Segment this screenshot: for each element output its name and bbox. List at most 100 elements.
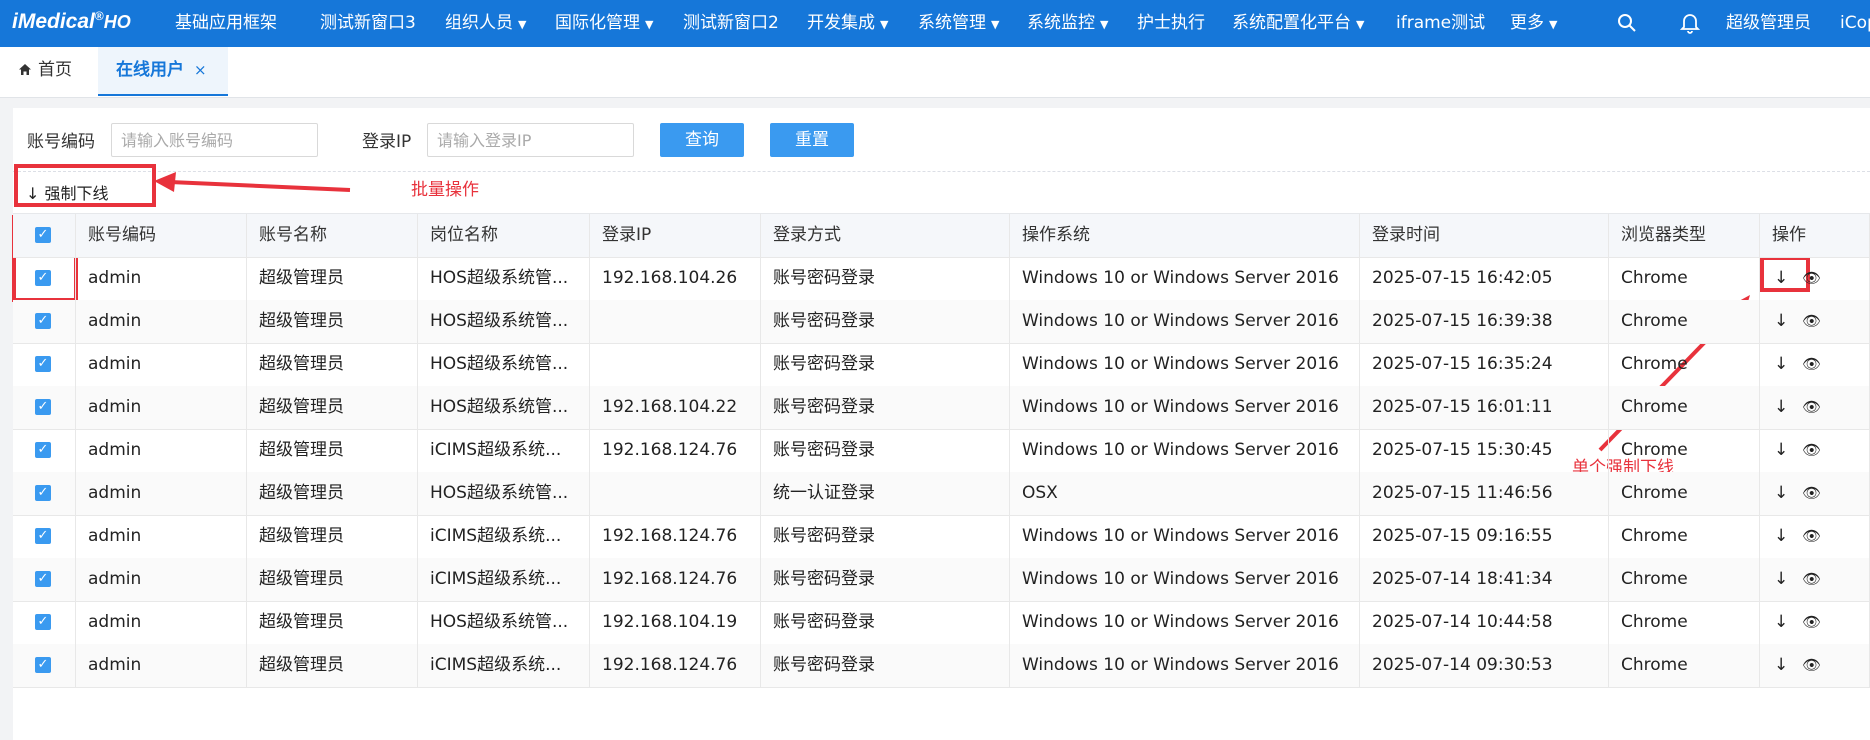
cell-code: admin <box>76 257 247 300</box>
eye-icon[interactable]: 👁 <box>1802 269 1821 287</box>
nav-item-label: 系统监控 <box>1027 13 1095 33</box>
column-header[interactable]: 账号编码 <box>76 214 247 257</box>
cell-method: 账号密码登录 <box>761 644 1010 687</box>
query-button[interactable]: 查询 <box>660 123 744 157</box>
row-checkbox[interactable]: ✓ <box>13 472 76 515</box>
force-offline-icon[interactable]: ↓ <box>1774 612 1788 632</box>
checkbox-checked-icon: ✓ <box>35 313 51 329</box>
search-icon[interactable] <box>1617 0 1637 47</box>
cell-time: 2025-07-15 16:01:11 <box>1360 386 1609 429</box>
eye-icon[interactable]: 👁 <box>1802 355 1821 373</box>
eye-icon[interactable]: 👁 <box>1802 398 1821 416</box>
logo-suffix: HO <box>103 12 131 32</box>
tab-home[interactable]: 首页 <box>18 47 72 96</box>
column-header[interactable]: 浏览器类型 <box>1609 214 1760 257</box>
row-checkbox[interactable]: ✓ <box>13 558 76 601</box>
table-row[interactable]: ✓ admin 超级管理员 HOS超级系统管... 192.168.104.19 账号密码… <box>13 601 1870 645</box>
nav-item-3[interactable]: 国际化管理 ▼ <box>555 0 653 47</box>
force-offline-icon[interactable]: ↓ <box>1774 569 1788 589</box>
cell-name: 超级管理员 <box>247 343 418 386</box>
table-row[interactable]: ✓ admin 超级管理员 iCIMS超级系统... 192.168.124.76 账号密… <box>13 644 1870 688</box>
select-all-checkbox[interactable]: ✓ <box>13 214 76 257</box>
row-checkbox[interactable]: ✓ <box>13 644 76 687</box>
force-offline-icon[interactable]: ↓ <box>1774 268 1788 288</box>
table-row[interactable]: ✓ admin 超级管理员 iCIMS超级系统... 192.168.124.76 账号密… <box>13 429 1870 473</box>
force-offline-icon[interactable]: ↓ <box>1774 440 1788 460</box>
force-offline-icon[interactable]: ↓ <box>1774 354 1788 374</box>
eye-icon[interactable]: 👁 <box>1802 613 1821 631</box>
account-code-input[interactable] <box>111 123 318 157</box>
nav-item-2[interactable]: 组织人员 ▼ <box>445 0 526 47</box>
eye-icon[interactable]: 👁 <box>1802 484 1821 502</box>
force-offline-icon[interactable]: ↓ <box>1774 397 1788 417</box>
column-header[interactable]: 岗位名称 <box>418 214 590 257</box>
table-row[interactable]: ✓ admin 超级管理员 iCIMS超级系统... 192.168.124.76 账号密… <box>13 558 1870 602</box>
nav-item-7[interactable]: 系统监控 ▼ <box>1027 0 1108 47</box>
nav-item-5[interactable]: 开发集成 ▼ <box>807 0 888 47</box>
cell-browser: Chrome <box>1609 300 1760 343</box>
row-checkbox[interactable]: ✓ <box>13 386 76 429</box>
nav-item-10[interactable]: iframe测试 <box>1396 0 1485 47</box>
reset-button[interactable]: 重置 <box>770 123 854 157</box>
eye-icon[interactable]: 👁 <box>1802 656 1821 674</box>
cell-actions: ↓ 👁 <box>1760 558 1870 601</box>
user-menu[interactable]: 超级管理员 <box>1726 0 1811 47</box>
user-extra[interactable]: iCop <box>1840 0 1870 47</box>
login-ip-input[interactable] <box>427 123 634 157</box>
nav-item-0[interactable]: 基础应用框架 <box>175 0 277 47</box>
row-checkbox[interactable]: ✓ <box>13 343 76 386</box>
app-logo[interactable]: iMedical®HO <box>12 9 131 34</box>
column-header[interactable]: 操作系统 <box>1010 214 1360 257</box>
row-checkbox[interactable]: ✓ <box>13 515 76 558</box>
table-row[interactable]: ✓ admin 超级管理员 HOS超级系统管... 账号密码登录 Windows 10 o… <box>13 343 1870 387</box>
nav-item-label: 护士执行 <box>1137 13 1205 33</box>
cell-post: HOS超级系统管... <box>418 601 590 644</box>
cell-ip: 192.168.124.76 <box>590 429 761 472</box>
bell-icon[interactable] <box>1679 0 1701 47</box>
table-row[interactable]: ✓ admin 超级管理员 HOS超级系统管... 账号密码登录 Windows 10 o… <box>13 300 1870 344</box>
row-checkbox[interactable]: ✓ <box>13 300 76 343</box>
cell-browser: Chrome <box>1609 257 1760 300</box>
table-row[interactable]: ✓ admin 超级管理员 iCIMS超级系统... 192.168.124.76 账号密… <box>13 515 1870 559</box>
nav-item-4[interactable]: 测试新窗口2 <box>683 0 779 47</box>
column-header[interactable]: 登录方式 <box>761 214 1010 257</box>
cell-browser: Chrome <box>1609 601 1760 644</box>
force-offline-icon[interactable]: ↓ <box>1774 655 1788 675</box>
column-header[interactable]: 登录时间 <box>1360 214 1609 257</box>
eye-icon[interactable]: 👁 <box>1802 312 1821 330</box>
cell-name: 超级管理员 <box>247 558 418 601</box>
cell-os: Windows 10 or Windows Server 2016 <box>1010 343 1360 386</box>
column-header[interactable]: 登录IP <box>590 214 761 257</box>
nav-item-9[interactable]: 系统配置化平台 ▼ <box>1232 0 1364 47</box>
table-row[interactable]: ✓ admin 超级管理员 HOS超级系统管... 192.168.104.22 账号密码… <box>13 386 1870 430</box>
force-offline-icon[interactable]: ↓ <box>1774 526 1788 546</box>
chevron-down-icon: ▼ <box>645 18 654 31</box>
close-icon[interactable]: × <box>194 61 207 79</box>
force-offline-icon[interactable]: ↓ <box>1774 483 1788 503</box>
cell-browser: Chrome <box>1609 386 1760 429</box>
eye-icon[interactable]: 👁 <box>1802 570 1821 588</box>
nav-item-1[interactable]: 测试新窗口3 <box>320 0 416 47</box>
column-header[interactable]: 操作 <box>1760 214 1870 257</box>
table-row[interactable]: ✓ admin 超级管理员 HOS超级系统管... 192.168.104.26 账号密码… <box>13 257 1870 301</box>
cell-ip: 192.168.104.22 <box>590 386 761 429</box>
row-checkbox[interactable]: ✓ <box>13 429 76 472</box>
cell-os: Windows 10 or Windows Server 2016 <box>1010 300 1360 343</box>
home-icon <box>19 64 31 75</box>
eye-icon[interactable]: 👁 <box>1802 527 1821 545</box>
tab-online-users[interactable]: 在线用户 × <box>98 47 228 96</box>
cell-time: 2025-07-14 18:41:34 <box>1360 558 1609 601</box>
row-checkbox[interactable]: ✓ <box>13 601 76 644</box>
column-header[interactable]: 账号名称 <box>247 214 418 257</box>
nav-item-6[interactable]: 系统管理 ▼ <box>918 0 999 47</box>
force-offline-icon[interactable]: ↓ <box>1774 311 1788 331</box>
top-nav-bar: iMedical®HO 基础应用框架 测试新窗口3 组织人员 ▼ 国际化管理 ▼ 测试新窗口… <box>0 0 1870 47</box>
nav-item-11[interactable]: 更多 ▼ <box>1510 0 1557 47</box>
row-checkbox[interactable]: ✓ <box>13 257 76 300</box>
cell-os: OSX <box>1010 472 1360 515</box>
eye-icon[interactable]: 👁 <box>1802 441 1821 459</box>
table-row[interactable]: ✓ admin 超级管理员 HOS超级系统管... 统一认证登录 OSX 2025-07-1… <box>13 472 1870 516</box>
nav-item-8[interactable]: 护士执行 <box>1137 0 1205 47</box>
cell-browser: Chrome <box>1609 558 1760 601</box>
logo-registered-mark: ® <box>94 9 104 23</box>
